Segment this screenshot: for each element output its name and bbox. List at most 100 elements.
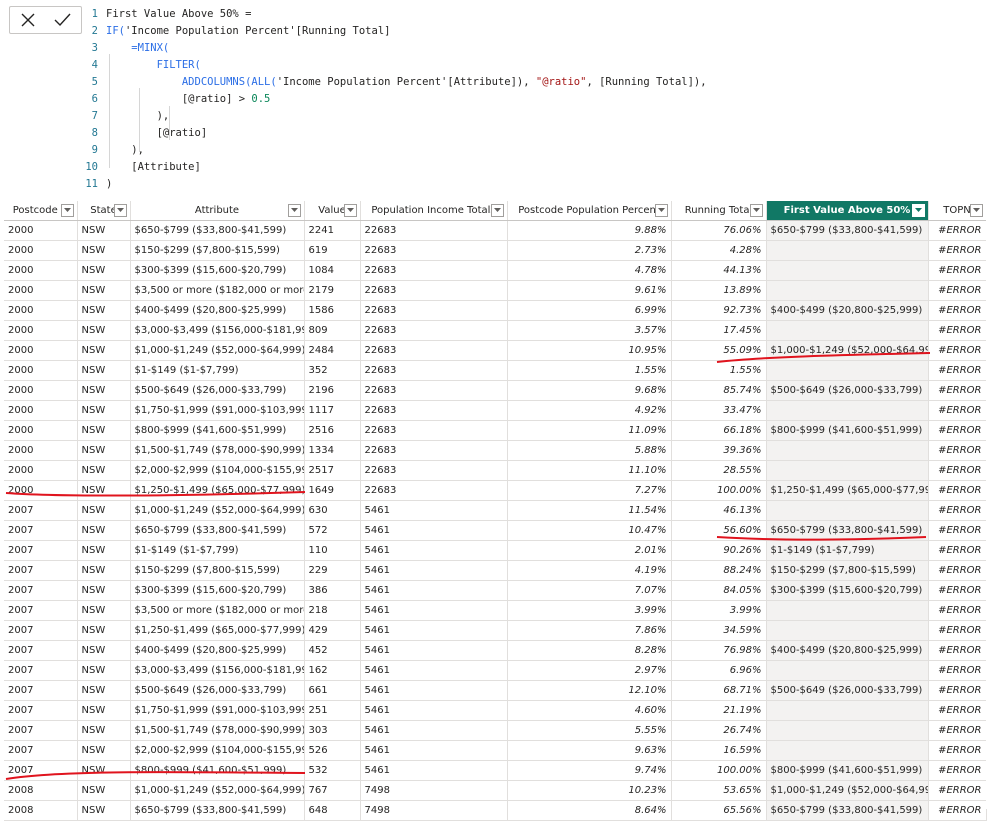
table-cell[interactable]: 7.86% bbox=[507, 620, 672, 641]
table-cell[interactable] bbox=[766, 260, 929, 281]
column-header[interactable]: State bbox=[77, 201, 131, 221]
table-cell[interactable]: 5.55% bbox=[507, 720, 672, 741]
table-cell[interactable]: #ERROR bbox=[928, 360, 987, 381]
table-cell[interactable]: 5461 bbox=[360, 540, 508, 561]
table-cell[interactable]: 2000 bbox=[4, 400, 78, 421]
table-cell[interactable]: $1,000-$1,249 ($52,000-$64,999) bbox=[766, 340, 929, 361]
table-cell[interactable]: 767 bbox=[304, 780, 361, 801]
table-cell[interactable]: $2,000-$2,999 ($104,000-$155,999) bbox=[130, 740, 305, 761]
table-cell[interactable]: 2516 bbox=[304, 420, 361, 441]
table-cell[interactable]: #ERROR bbox=[928, 660, 987, 681]
table-cell[interactable]: NSW bbox=[77, 540, 131, 561]
table-cell[interactable]: $3,500 or more ($182,000 or more) bbox=[130, 280, 305, 301]
table-cell[interactable]: 2000 bbox=[4, 280, 78, 301]
table-cell[interactable]: NSW bbox=[77, 600, 131, 621]
table-cell[interactable]: 5461 bbox=[360, 760, 508, 781]
filter-dropdown-icon[interactable] bbox=[749, 204, 763, 217]
table-cell[interactable]: 8.64% bbox=[507, 800, 672, 821]
table-cell[interactable]: 4.28% bbox=[671, 240, 767, 261]
table-cell[interactable]: $150-$299 ($7,800-$15,599) bbox=[130, 240, 305, 261]
table-cell[interactable]: $300-$399 ($15,600-$20,799) bbox=[130, 260, 305, 281]
table-cell[interactable]: $650-$799 ($33,800-$41,599) bbox=[766, 520, 929, 541]
table-cell[interactable]: $150-$299 ($7,800-$15,599) bbox=[766, 560, 929, 581]
table-cell[interactable]: $650-$799 ($33,800-$41,599) bbox=[130, 520, 305, 541]
table-cell[interactable]: 2008 bbox=[4, 800, 78, 821]
table-cell[interactable]: #ERROR bbox=[928, 720, 987, 741]
table-cell[interactable]: $1,250-$1,499 ($65,000-$77,999) bbox=[130, 480, 305, 501]
filter-dropdown-icon[interactable] bbox=[113, 204, 127, 217]
table-cell[interactable]: $1,750-$1,999 ($91,000-$103,999) bbox=[130, 400, 305, 421]
table-cell[interactable]: $1,250-$1,499 ($65,000-$77,999) bbox=[130, 620, 305, 641]
table-cell[interactable]: $400-$499 ($20,800-$25,999) bbox=[130, 640, 305, 661]
table-cell[interactable]: 2000 bbox=[4, 320, 78, 341]
column-header[interactable]: Attribute bbox=[130, 201, 305, 221]
table-cell[interactable]: 2179 bbox=[304, 280, 361, 301]
table-cell[interactable]: 5461 bbox=[360, 620, 508, 641]
table-cell[interactable]: 21.19% bbox=[671, 700, 767, 721]
column-header[interactable]: First Value Above 50% bbox=[766, 201, 929, 221]
table-cell[interactable]: 2.73% bbox=[507, 240, 672, 261]
table-cell[interactable]: 9.74% bbox=[507, 760, 672, 781]
table-cell[interactable]: 4.78% bbox=[507, 260, 672, 281]
table-cell[interactable]: 229 bbox=[304, 560, 361, 581]
table-cell[interactable] bbox=[766, 460, 929, 481]
table-cell[interactable]: #ERROR bbox=[928, 760, 987, 781]
table-cell[interactable]: #ERROR bbox=[928, 560, 987, 581]
table-cell[interactable] bbox=[766, 600, 929, 621]
table-cell[interactable]: 251 bbox=[304, 700, 361, 721]
table-cell[interactable]: 2000 bbox=[4, 220, 78, 241]
table-cell[interactable]: $300-$399 ($15,600-$20,799) bbox=[766, 580, 929, 601]
table-cell[interactable]: 2.97% bbox=[507, 660, 672, 681]
table-cell[interactable]: #ERROR bbox=[928, 500, 987, 521]
table-cell[interactable] bbox=[766, 320, 929, 341]
table-cell[interactable]: 7.07% bbox=[507, 580, 672, 601]
dax-formula-editor[interactable]: 1 First Value Above 50% = 2 IF('Income Popu… bbox=[84, 6, 994, 194]
table-cell[interactable]: #ERROR bbox=[928, 540, 987, 561]
table-cell[interactable]: 3.99% bbox=[507, 600, 672, 621]
table-cell[interactable]: 2517 bbox=[304, 460, 361, 481]
table-cell[interactable]: 22683 bbox=[360, 320, 508, 341]
table-cell[interactable]: NSW bbox=[77, 260, 131, 281]
table-cell[interactable]: $800-$999 ($41,600-$51,999) bbox=[766, 760, 929, 781]
table-cell[interactable]: 22683 bbox=[360, 300, 508, 321]
table-cell[interactable]: $1,000-$1,249 ($52,000-$64,999) bbox=[130, 340, 305, 361]
table-cell[interactable]: #ERROR bbox=[928, 620, 987, 641]
table-cell[interactable]: 2008 bbox=[4, 780, 78, 801]
column-header[interactable]: Postcode bbox=[4, 201, 78, 221]
table-cell[interactable]: 2000 bbox=[4, 480, 78, 501]
table-cell[interactable]: 90.26% bbox=[671, 540, 767, 561]
table-cell[interactable] bbox=[766, 720, 929, 741]
table-cell[interactable] bbox=[766, 740, 929, 761]
table-cell[interactable]: $650-$799 ($33,800-$41,599) bbox=[130, 800, 305, 821]
table-cell[interactable]: NSW bbox=[77, 740, 131, 761]
table-cell[interactable]: 303 bbox=[304, 720, 361, 741]
table-cell[interactable]: 2007 bbox=[4, 580, 78, 601]
table-cell[interactable]: 2000 bbox=[4, 360, 78, 381]
table-cell[interactable]: $400-$499 ($20,800-$25,999) bbox=[766, 300, 929, 321]
table-cell[interactable]: 619 bbox=[304, 240, 361, 261]
table-cell[interactable]: 809 bbox=[304, 320, 361, 341]
table-cell[interactable]: 22683 bbox=[360, 260, 508, 281]
table-cell[interactable]: $500-$649 ($26,000-$33,799) bbox=[766, 680, 929, 701]
sort-filter-icon[interactable] bbox=[60, 204, 74, 217]
table-cell[interactable]: 22683 bbox=[360, 420, 508, 441]
table-cell[interactable]: 22683 bbox=[360, 340, 508, 361]
table-cell[interactable]: 8.28% bbox=[507, 640, 672, 661]
table-cell[interactable]: 9.68% bbox=[507, 380, 672, 401]
table-cell[interactable]: 17.45% bbox=[671, 320, 767, 341]
table-cell[interactable]: NSW bbox=[77, 480, 131, 501]
table-cell[interactable]: 2007 bbox=[4, 620, 78, 641]
table-cell[interactable]: #ERROR bbox=[928, 480, 987, 501]
vertical-scrollbar[interactable] bbox=[986, 201, 999, 809]
table-cell[interactable]: $3,000-$3,499 ($156,000-$181,999) bbox=[130, 660, 305, 681]
table-cell[interactable]: 5.88% bbox=[507, 440, 672, 461]
filter-dropdown-icon[interactable] bbox=[287, 204, 301, 217]
table-cell[interactable]: #ERROR bbox=[928, 240, 987, 261]
table-cell[interactable]: 11.09% bbox=[507, 420, 672, 441]
table-cell[interactable]: #ERROR bbox=[928, 700, 987, 721]
table-cell[interactable]: #ERROR bbox=[928, 600, 987, 621]
table-cell[interactable]: 661 bbox=[304, 680, 361, 701]
table-cell[interactable] bbox=[766, 240, 929, 261]
table-cell[interactable]: 76.06% bbox=[671, 220, 767, 241]
table-cell[interactable]: 5461 bbox=[360, 600, 508, 621]
